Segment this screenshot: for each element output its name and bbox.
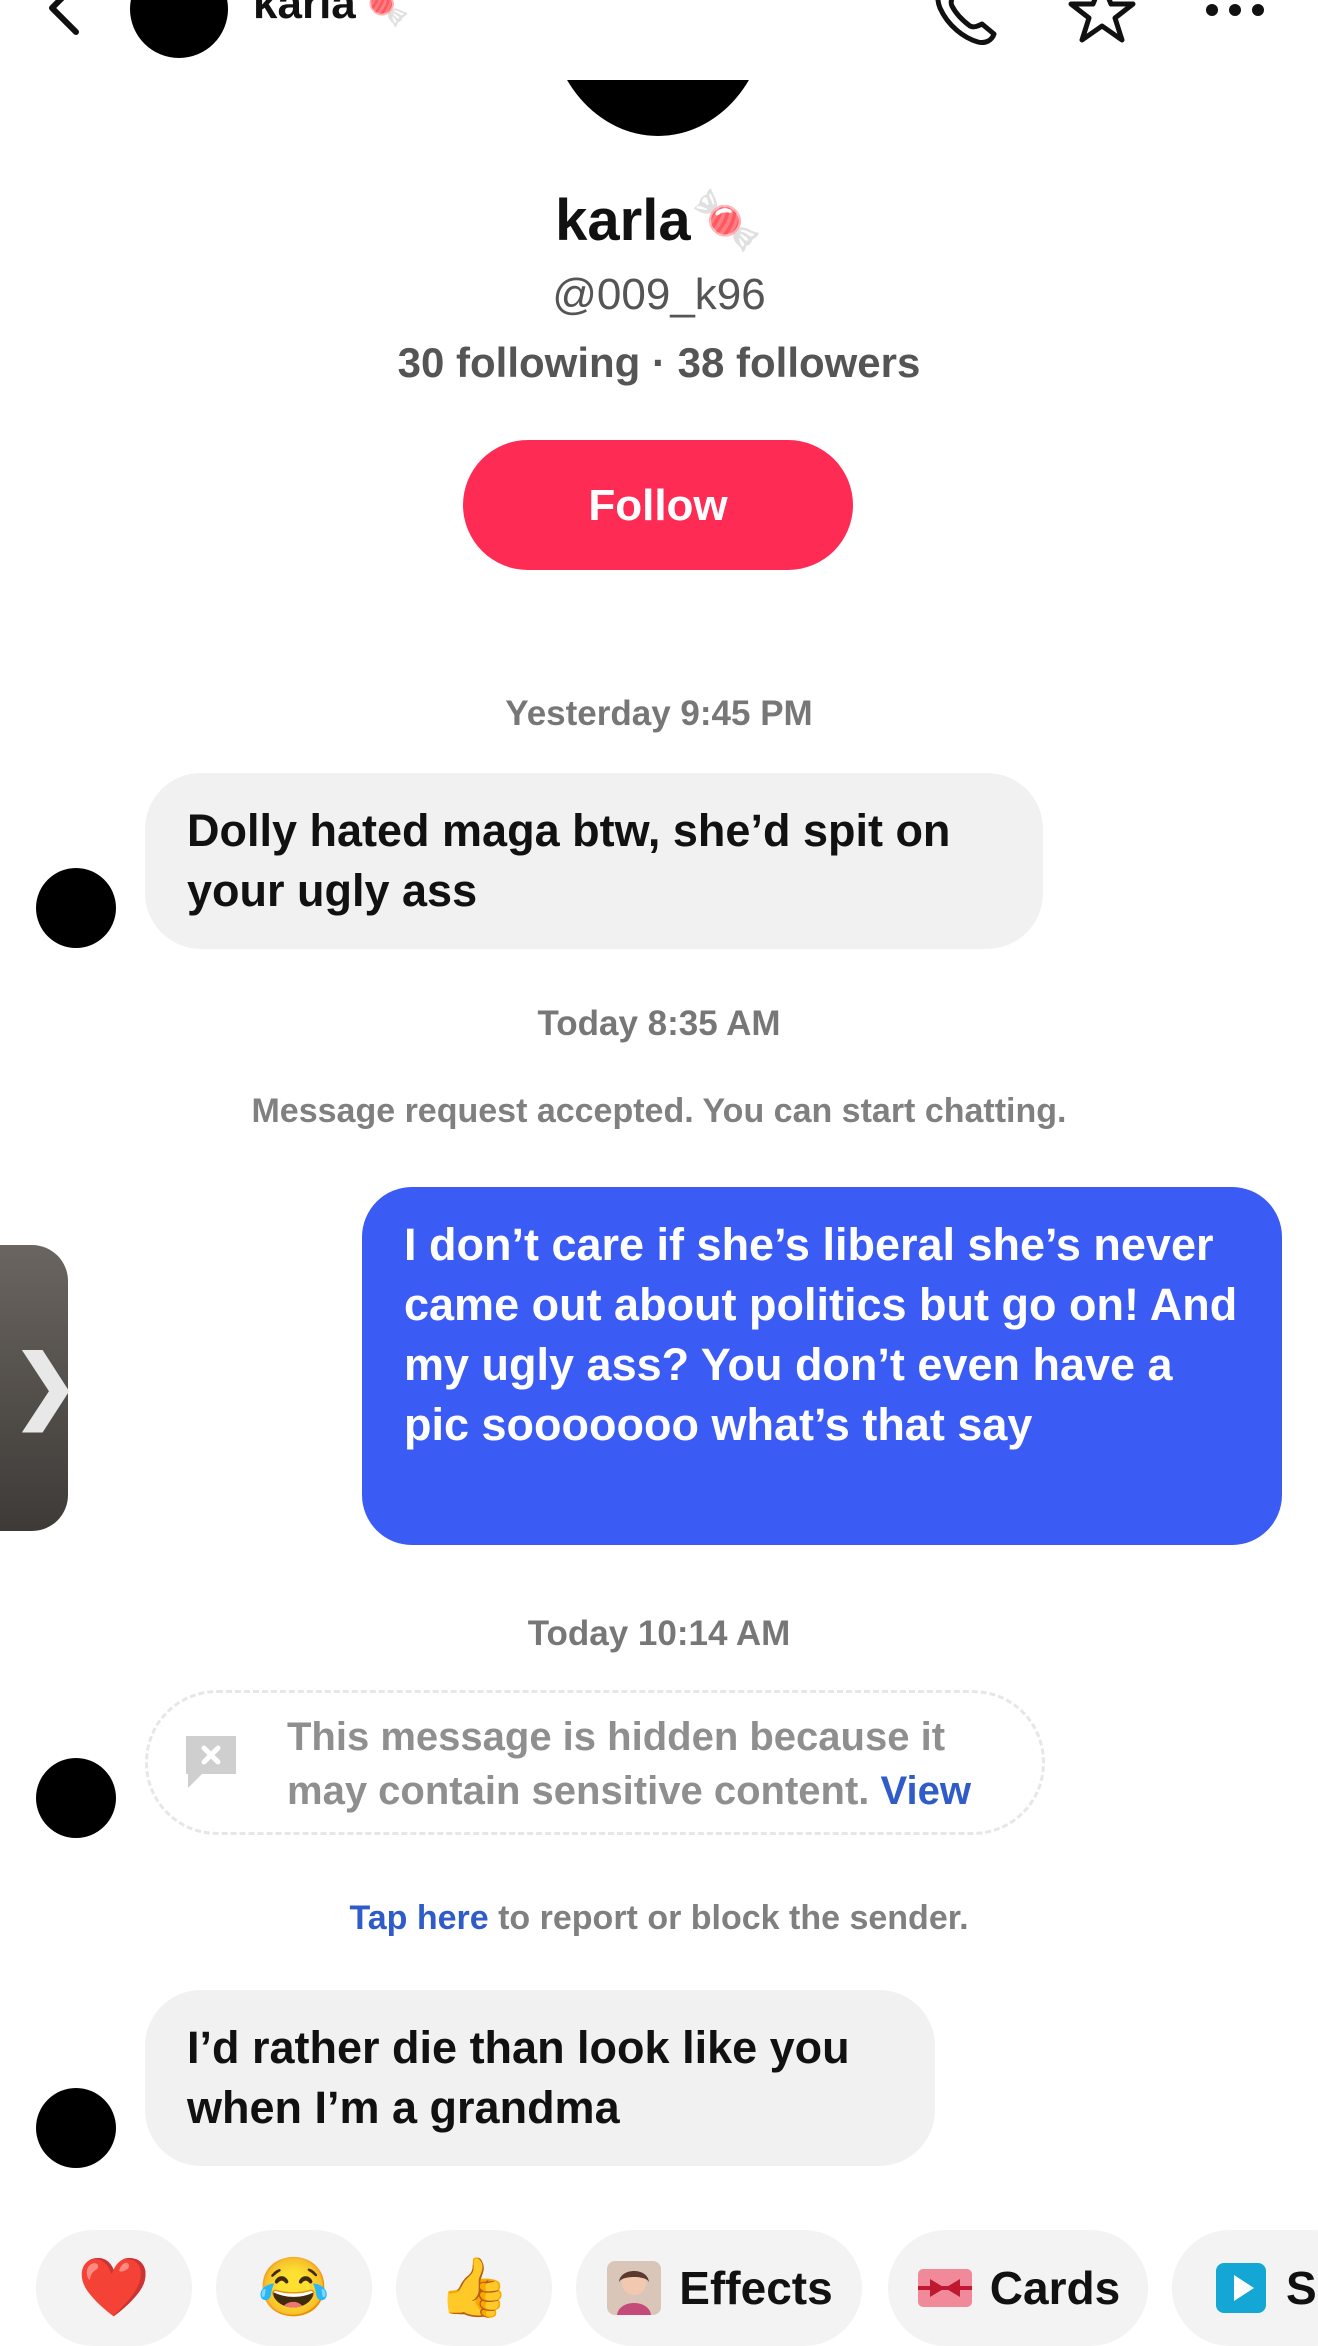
hidden-message-icon	[186, 1736, 236, 1788]
timestamp: Today 10:14 AM	[527, 1614, 791, 1653]
follow-button[interactable]: Follow	[463, 440, 853, 570]
report-notice: Tap here to report or block the sender.	[0, 1898, 1318, 1938]
effects-button[interactable]: Effects	[576, 2230, 862, 2346]
top-bar: karla🍬	[0, 0, 1318, 80]
laugh-reaction-button[interactable]: 😂	[216, 2230, 372, 2346]
view-link[interactable]: View	[881, 1769, 971, 1813]
more-icon[interactable]	[1200, 0, 1270, 48]
share-play-icon	[1216, 2263, 1266, 2313]
share-button[interactable]: Sh	[1172, 2230, 1318, 2346]
star-icon[interactable]	[1067, 0, 1137, 48]
report-notice-text: to report or block the sender.	[488, 1899, 969, 1937]
thumbs-up-reaction-button[interactable]: 👍	[396, 2230, 552, 2346]
sender-avatar[interactable]	[36, 2088, 116, 2168]
incoming-message[interactable]: Dolly hated maga btw, she’d spit on your…	[145, 773, 1043, 949]
gift-card-icon	[917, 2269, 972, 2307]
incoming-message[interactable]: I’d rather die than look like you when I…	[145, 1990, 935, 2166]
share-label: Sh	[1286, 2262, 1318, 2314]
chevron-right-icon: ❯	[12, 1340, 80, 1429]
hidden-message-label: This message is hidden because it may co…	[287, 1715, 946, 1813]
heart-icon: ❤️	[77, 2255, 151, 2320]
thumbs-up-icon: 👍	[437, 2255, 511, 2320]
sender-avatar[interactable]	[36, 868, 116, 948]
heart-reaction-button[interactable]: ❤️	[36, 2230, 192, 2346]
phone-icon[interactable]	[930, 0, 1000, 48]
hidden-message-text: This message is hidden because it may co…	[287, 1710, 1027, 1818]
effects-face-icon	[607, 2261, 662, 2315]
sender-avatar[interactable]	[36, 1758, 116, 1838]
effects-label: Effects	[679, 2262, 833, 2314]
profile-stats: 30 following · 38 followers	[397, 339, 921, 386]
timestamp: Yesterday 9:45 PM	[505, 694, 813, 733]
outgoing-message[interactable]: I don’t care if she’s liberal she’s neve…	[362, 1187, 1282, 1545]
header-name[interactable]: karla🍬	[253, 0, 411, 28]
cards-button[interactable]: Cards	[888, 2230, 1148, 2346]
cards-label: Cards	[989, 2262, 1121, 2314]
profile-handle: @009_k96	[552, 270, 766, 319]
profile-name: karla🍬	[555, 188, 763, 253]
request-accepted-notice: Message request accepted. You can start …	[251, 1092, 1067, 1130]
header-avatar[interactable]	[130, 0, 228, 58]
timestamp: Today 8:35 AM	[537, 1004, 781, 1043]
laughing-emoji-icon: 😂	[257, 2255, 331, 2320]
tap-here-link[interactable]: Tap here	[349, 1899, 488, 1937]
back-icon[interactable]	[40, 0, 90, 38]
